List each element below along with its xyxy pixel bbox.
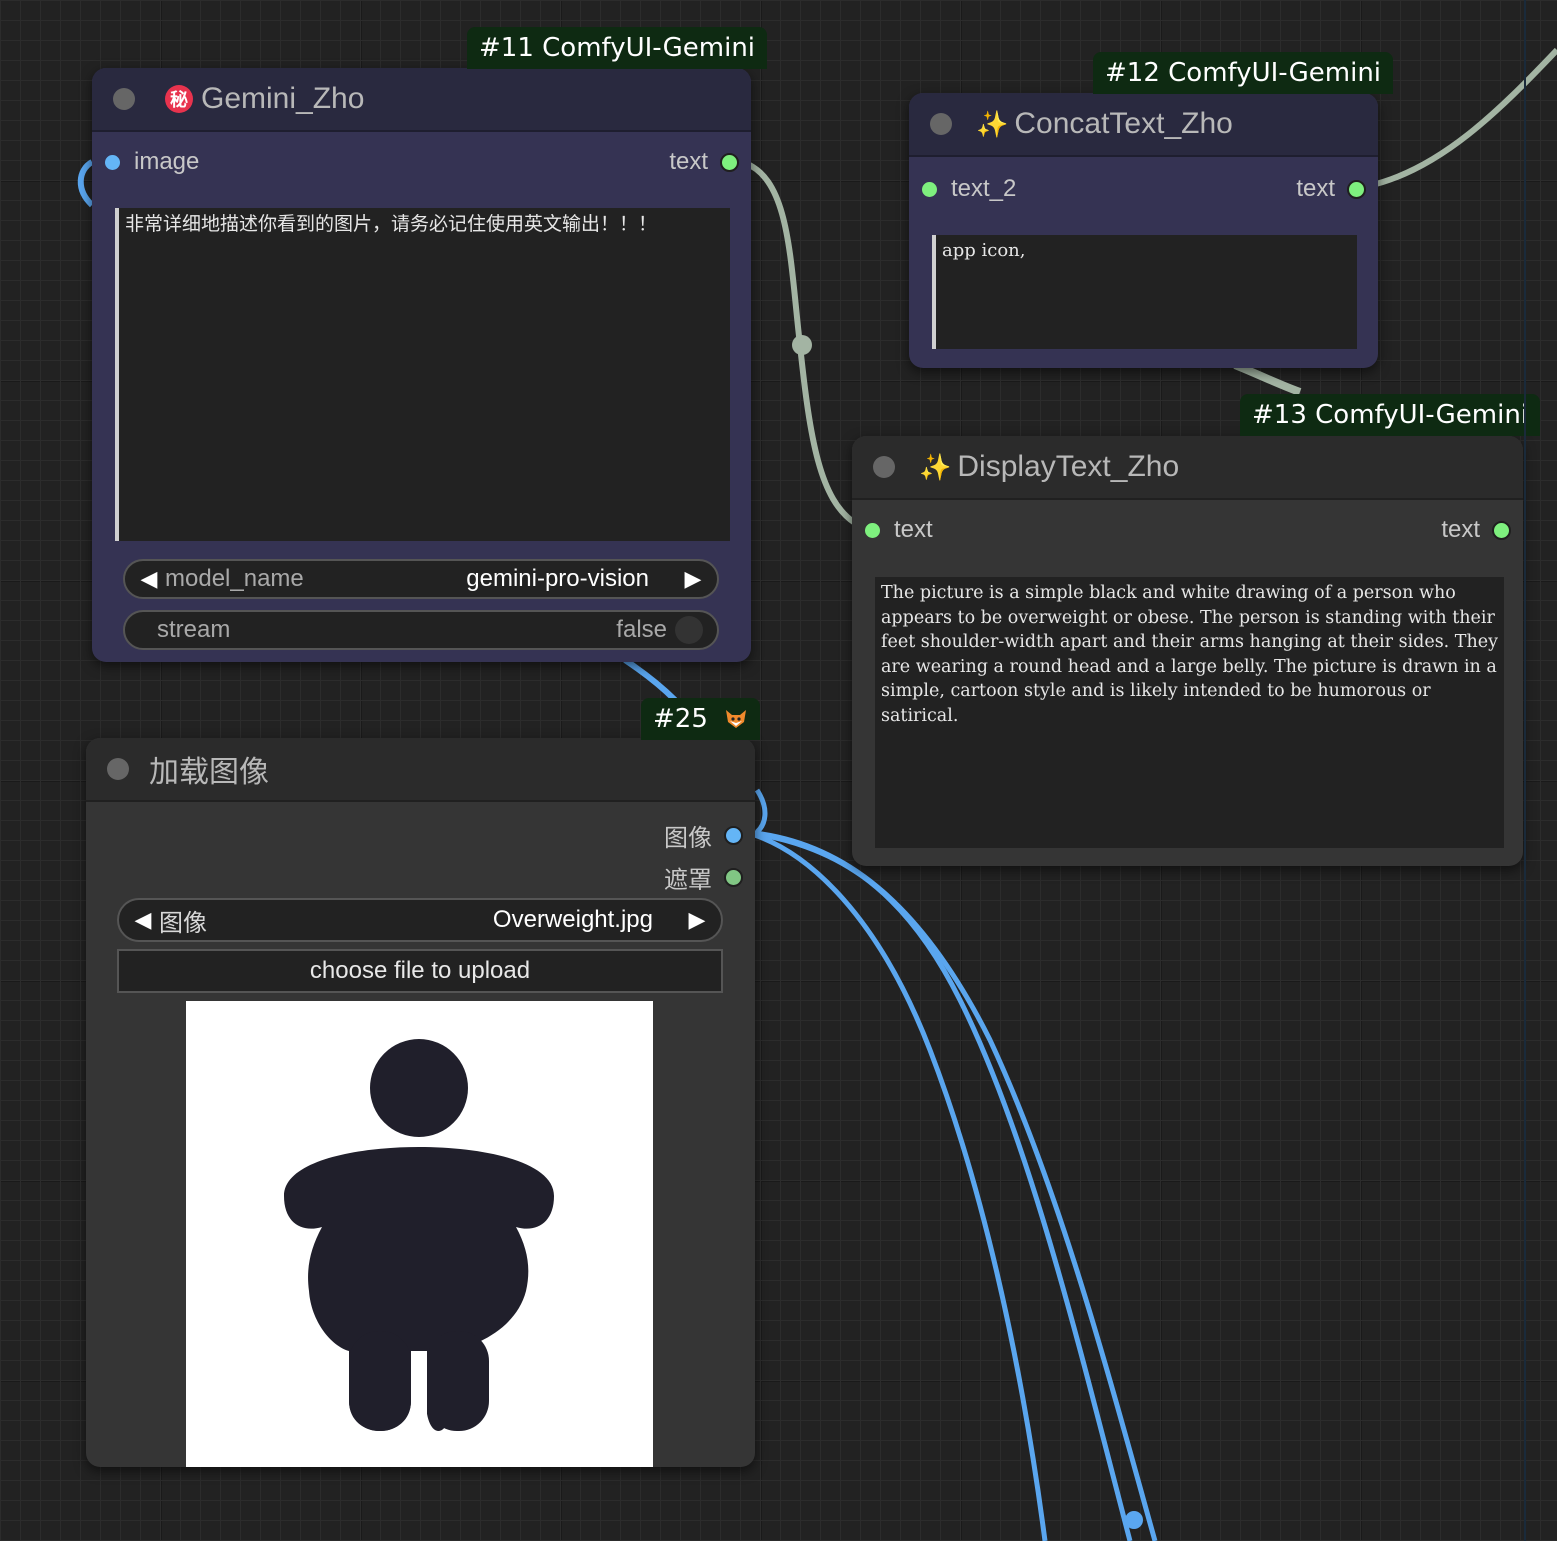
slot-label: text (1296, 175, 1335, 202)
node-load-image[interactable]: 加载图像 图像 遮罩 ◀ 图像 Overweight.jpg ▶ choose … (86, 738, 755, 1467)
image-slot-dot[interactable] (724, 826, 743, 845)
arrow-right-icon[interactable]: ▶ (681, 907, 713, 933)
text-slot-dot[interactable] (720, 152, 739, 172)
slot-label: text_2 (951, 175, 1017, 202)
text-slot-dot[interactable] (1492, 520, 1511, 540)
model-name-combo[interactable]: ◀ model_name gemini-pro-vision ▶ (123, 559, 719, 599)
node-concattext-zho[interactable]: ✨ ConcatText_Zho text_2 text app icon, (909, 93, 1378, 368)
image-file-combo[interactable]: ◀ 图像 Overweight.jpg ▶ (117, 898, 723, 942)
collapse-dot[interactable] (113, 88, 135, 110)
wire-reroute-dot[interactable] (792, 335, 812, 355)
node-badge-gemini: #11 ComfyUI-Gemini (467, 27, 768, 69)
sparkles-icon: ✨ (976, 108, 1009, 139)
sparkles-icon: ✨ (919, 451, 952, 482)
node-title: 加载图像 (149, 756, 269, 789)
stream-toggle[interactable]: stream false (123, 610, 719, 650)
node-title-bar[interactable]: ✨ DisplayText_Zho (852, 436, 1523, 500)
collapse-dot[interactable] (930, 113, 952, 135)
overweight-person-figure (284, 1039, 554, 1431)
text-slot-dot[interactable] (865, 522, 880, 538)
input-slot-text[interactable]: text (865, 516, 933, 544)
image-wire-out-3[interactable] (744, 829, 1158, 1541)
arrow-left-icon[interactable]: ◀ (127, 907, 159, 933)
node-badge-load-image-label: #25 (653, 704, 708, 734)
choose-file-button[interactable]: choose file to upload (117, 949, 723, 993)
node-title: DisplayText_Zho (957, 450, 1180, 483)
node-title: ConcatText_Zho (1014, 107, 1233, 140)
widget-value: gemini-pro-vision (466, 565, 649, 592)
collapse-dot[interactable] (107, 758, 129, 780)
input-slot-image[interactable]: image (105, 148, 199, 176)
widget-value: false (616, 616, 667, 643)
mask-slot-dot[interactable] (724, 868, 743, 887)
arrow-right-icon[interactable]: ▶ (677, 566, 709, 592)
image-slot-dot[interactable] (105, 154, 120, 170)
widget-label: 图像 (159, 909, 207, 937)
slot-label: 图像 (664, 825, 712, 852)
node-title: Gemini_Zho (201, 82, 365, 115)
text-wire-concat-out[interactable] (1367, 47, 1557, 189)
widget-label: stream (157, 616, 231, 643)
image-preview (186, 1001, 653, 1467)
node-gemini-zho[interactable]: 秘 Gemini_Zho image text 非常详细地描述你看到的图片，请务… (92, 68, 751, 662)
output-slot-text[interactable]: text (669, 148, 739, 176)
slot-label: text (669, 148, 708, 175)
wire-reroute-dot[interactable] (1125, 1511, 1143, 1529)
slot-label: text (894, 516, 933, 543)
image-wire-to-gemini[interactable] (623, 657, 678, 703)
slot-label: text (1441, 516, 1480, 543)
node-displaytext-zho[interactable]: ✨ DisplayText_Zho text text The picture … (852, 436, 1523, 866)
input-slot-text-2[interactable]: text_2 (922, 175, 1016, 203)
text-wire-concat-to-display[interactable] (1233, 361, 1302, 396)
image-wire-out-2[interactable] (744, 829, 1048, 1541)
node-title-bar[interactable]: 秘 Gemini_Zho (92, 68, 751, 132)
node-title-bar[interactable]: 加载图像 (86, 738, 755, 802)
output-slot-mask[interactable]: 遮罩 (664, 860, 743, 895)
widget-value: Overweight.jpg (492, 906, 653, 933)
slot-label: 遮罩 (664, 867, 712, 894)
node-badge-concat: #12 ComfyUI-Gemini (1093, 52, 1394, 94)
text-slot-dot[interactable] (922, 181, 937, 197)
image-wire-in-left[interactable] (77, 159, 95, 208)
hanko-secret-icon: 秘 (165, 85, 193, 113)
fox-icon (724, 706, 748, 730)
concat-textarea[interactable]: app icon, (932, 235, 1357, 349)
collapse-dot[interactable] (873, 456, 895, 478)
slot-label: image (134, 148, 200, 175)
output-slot-text[interactable]: text (1296, 175, 1366, 203)
node-title-bar[interactable]: ✨ ConcatText_Zho (909, 93, 1378, 157)
node-badge-display: #13 ComfyUI-Gemini (1240, 394, 1541, 436)
display-textarea[interactable]: The picture is a simple black and white … (875, 577, 1504, 848)
toggle-off-icon[interactable] (675, 616, 703, 644)
prompt-textarea[interactable]: 非常详细地描述你看到的图片，请务必记住使用英文输出！！！ (115, 208, 730, 541)
image-wire-out-1[interactable] (744, 829, 1133, 1541)
wire-stub-right (754, 788, 768, 834)
output-slot-image[interactable]: 图像 (664, 818, 743, 853)
output-slot-text[interactable]: text (1441, 516, 1511, 544)
widget-label: model_name (165, 565, 304, 592)
text-slot-dot[interactable] (1347, 179, 1366, 199)
node-badge-load-image: #25 (641, 698, 761, 740)
arrow-left-icon[interactable]: ◀ (133, 566, 165, 592)
